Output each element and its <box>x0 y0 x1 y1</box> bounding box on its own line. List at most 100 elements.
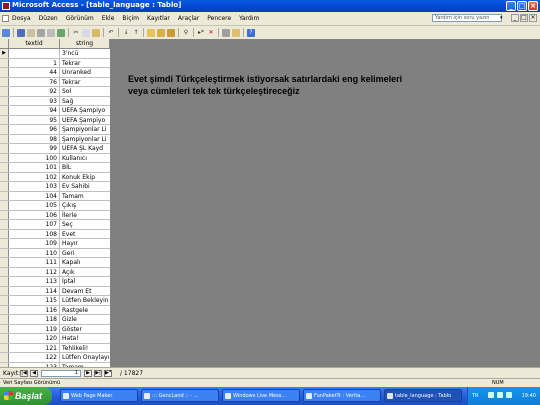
cell-string[interactable]: UEFA ŞL Kayd <box>60 144 110 153</box>
record-selector[interactable] <box>0 324 9 333</box>
record-selector[interactable] <box>0 210 9 219</box>
record-selector[interactable] <box>0 182 9 191</box>
volume-icon[interactable] <box>497 392 503 398</box>
cell-textid[interactable]: 108 <box>9 229 60 238</box>
table-row[interactable]: 44 Unranked <box>0 68 110 78</box>
next-record-button[interactable]: ▶ <box>84 370 92 377</box>
cell-textid[interactable]: 122 <box>9 353 60 362</box>
menu-araclar[interactable]: Araçlar <box>178 15 199 22</box>
start-button[interactable]: Başlat <box>0 387 52 405</box>
table-row[interactable]: 120 Hata! <box>0 334 110 344</box>
mdi-restore-button[interactable]: □ <box>520 14 528 22</box>
view-icon[interactable] <box>2 28 10 37</box>
table-row[interactable]: 108 Evet <box>0 229 110 239</box>
record-selector[interactable] <box>0 106 9 115</box>
cell-textid[interactable]: 94 <box>9 106 60 115</box>
menu-dosya[interactable]: Dosya <box>12 15 31 22</box>
table-row[interactable]: 98 Şampiyonlar Li <box>0 134 110 144</box>
record-selector[interactable] <box>0 144 9 153</box>
task-table-language[interactable]: table_language : Tablo <box>384 389 462 402</box>
record-selector[interactable] <box>0 334 9 343</box>
menu-ekle[interactable]: Ekle <box>102 15 115 22</box>
first-record-button[interactable]: |◀ <box>20 370 28 377</box>
title-bar[interactable]: Microsoft Access - [table_language : Tab… <box>0 0 540 12</box>
record-selector[interactable] <box>0 77 9 86</box>
record-selector[interactable] <box>0 315 9 324</box>
cell-textid[interactable]: 1 <box>9 58 60 67</box>
help-search-input[interactable]: Yardım için soru yazın <box>432 14 502 22</box>
table-row[interactable]: 106 İlerle <box>0 210 110 220</box>
record-selector[interactable] <box>0 220 9 229</box>
cut-icon[interactable]: ✂ <box>72 29 80 37</box>
table-row[interactable]: 105 Çıkış <box>0 201 110 211</box>
cell-textid[interactable]: 116 <box>9 305 60 314</box>
record-selector[interactable] <box>0 277 9 286</box>
table-row[interactable]: 119 Göster <box>0 324 110 334</box>
new-record-button[interactable]: ▶* <box>104 370 112 377</box>
new-object-icon[interactable] <box>232 28 240 37</box>
table-row[interactable]: 102 Konuk Ekip <box>0 172 110 182</box>
filter-selection-icon[interactable] <box>147 28 155 37</box>
cell-string[interactable]: Kullanıcı <box>60 154 110 163</box>
new-record-icon[interactable]: ▸* <box>197 29 205 37</box>
cell-textid[interactable]: 107 <box>9 220 60 229</box>
cell-string[interactable]: Lütfen Bekleyin <box>60 296 110 305</box>
cell-string[interactable]: Tehlikeli! <box>60 344 110 353</box>
cell-string[interactable]: Tekrar <box>60 78 110 87</box>
cell-textid[interactable]: 76 <box>9 77 60 86</box>
record-selector[interactable] <box>0 68 9 77</box>
cell-textid[interactable]: 106 <box>9 210 60 219</box>
cell-string[interactable]: Sol <box>60 87 110 96</box>
table-row[interactable]: 121 Tehlikeli! <box>0 343 110 353</box>
cell-textid[interactable]: 109 <box>9 239 60 248</box>
record-selector[interactable] <box>0 296 9 305</box>
find-icon[interactable]: ⚲ <box>182 29 190 37</box>
task-windows-live-messenger[interactable]: Windows Live Mess... <box>222 389 300 402</box>
record-selector[interactable] <box>0 239 9 248</box>
table-row[interactable]: 100 Kullanıcı <box>0 153 110 163</box>
cell-textid[interactable]: 44 <box>9 68 60 77</box>
cell-string[interactable]: Rastgele <box>60 306 110 315</box>
cell-string[interactable]: Hayır <box>60 239 110 248</box>
record-selector[interactable] <box>0 305 9 314</box>
table-row[interactable]: 116 Rastgele <box>0 305 110 315</box>
record-selector[interactable] <box>0 191 9 200</box>
sort-descending-icon[interactable]: ↑ <box>132 29 140 37</box>
record-selector[interactable] <box>0 201 9 210</box>
cell-string[interactable]: Ev Sahibi <box>60 182 110 191</box>
cell-textid[interactable]: 110 <box>9 248 60 257</box>
last-record-button[interactable]: ▶| <box>94 370 102 377</box>
table-row[interactable]: 109 Hayır <box>0 239 110 249</box>
cell-string[interactable]: Tekrar <box>60 59 110 68</box>
record-selector[interactable] <box>0 343 9 352</box>
table-row[interactable]: 118 Gizle <box>0 315 110 325</box>
record-selector[interactable] <box>0 87 9 96</box>
cell-string[interactable]: Çıkış <box>60 201 110 210</box>
cell-textid[interactable]: 100 <box>9 153 60 162</box>
cell-string[interactable]: Sağ <box>60 97 110 106</box>
table-row[interactable]: 107 Seç <box>0 220 110 230</box>
help-icon[interactable]: ? <box>247 28 255 37</box>
access-app-icon[interactable] <box>2 2 10 10</box>
cell-textid[interactable]: 98 <box>9 134 60 143</box>
record-selector[interactable] <box>0 134 9 143</box>
cell-string[interactable]: Geri <box>60 249 110 258</box>
cell-textid[interactable]: 103 <box>9 182 60 191</box>
print-preview-icon[interactable] <box>47 28 55 37</box>
cell-string[interactable]: Lütfen Onaylayı <box>60 353 110 362</box>
record-selector[interactable] <box>0 96 9 105</box>
record-selector[interactable] <box>0 115 9 124</box>
cell-textid[interactable]: 121 <box>9 343 60 352</box>
apply-filter-icon[interactable] <box>167 28 175 37</box>
record-selector[interactable] <box>0 58 9 67</box>
cell-textid[interactable]: 119 <box>9 324 60 333</box>
paste-icon[interactable] <box>92 28 100 37</box>
column-header-textid[interactable]: textid <box>9 39 60 48</box>
table-row[interactable]: 111 Kapalı <box>0 258 110 268</box>
table-doc-icon[interactable] <box>2 15 9 22</box>
menu-kayitlar[interactable]: Kayıtlar <box>147 15 170 22</box>
cell-textid[interactable]: 112 <box>9 267 60 276</box>
cell-textid[interactable]: 111 <box>9 258 60 267</box>
table-row[interactable]: 101 BİL <box>0 163 110 173</box>
cell-string[interactable]: BİL <box>60 163 110 172</box>
